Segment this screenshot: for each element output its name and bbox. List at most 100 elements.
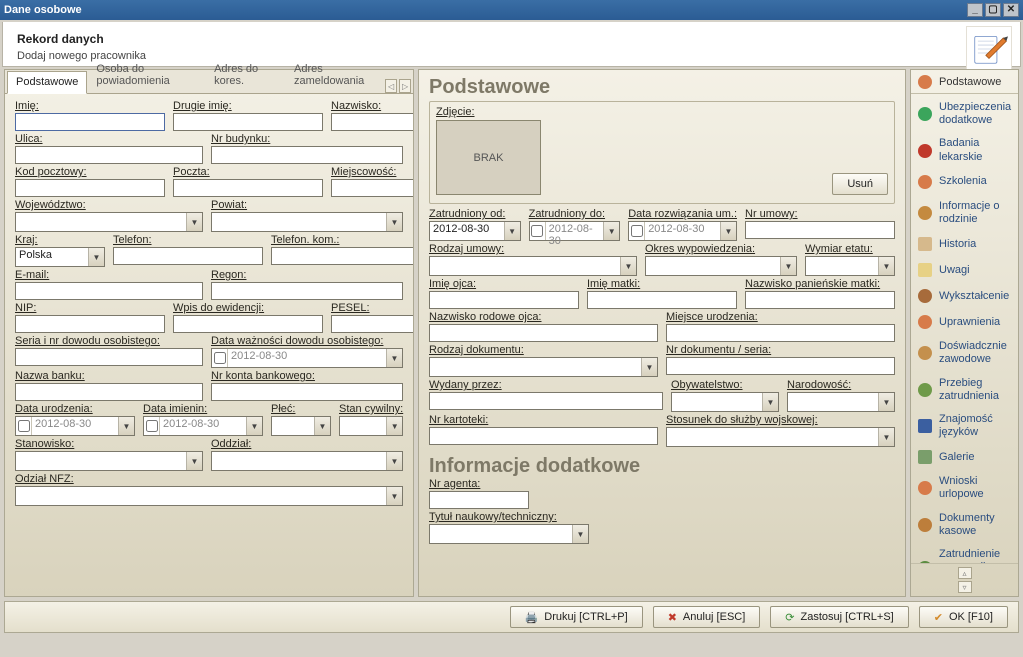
- employed-to-date[interactable]: 2012-08-30▼: [529, 221, 621, 241]
- minimize-button[interactable]: _: [967, 3, 983, 17]
- file-no-input[interactable]: [429, 427, 658, 445]
- issued-by-input[interactable]: [429, 392, 663, 410]
- employed-to-check[interactable]: [531, 225, 543, 237]
- nav-scroll-up-icon[interactable]: ▵: [958, 567, 972, 579]
- birthplace-input[interactable]: [666, 324, 895, 342]
- nav-scroll-down-icon[interactable]: ▿: [958, 581, 972, 593]
- post-input[interactable]: [173, 179, 323, 197]
- agent-no-input[interactable]: [429, 491, 529, 509]
- label-voivodeship: Województwo:: [15, 199, 203, 211]
- tab-scroll-right-icon[interactable]: ▷: [399, 79, 411, 93]
- contract-no-input[interactable]: [745, 221, 895, 239]
- chevron-down-icon: ▼: [88, 248, 104, 266]
- mother-name-input[interactable]: [587, 291, 737, 309]
- mother-maiden-input[interactable]: [745, 291, 895, 309]
- sci-title-combo[interactable]: ▼: [429, 524, 589, 544]
- ok-button[interactable]: ✔OK [F10]: [919, 606, 1008, 628]
- maximize-button[interactable]: ▢: [985, 3, 1001, 17]
- cancel-button[interactable]: ✖Anuluj [ESC]: [653, 606, 761, 628]
- account-input[interactable]: [211, 383, 403, 401]
- tab-adres-zameld[interactable]: Adres zameldowania: [285, 58, 385, 93]
- nav-trainings[interactable]: Szkolenia: [913, 169, 1016, 195]
- county-combo[interactable]: ▼: [211, 212, 403, 232]
- label-military: Stosunek do służby wojskowej:: [666, 414, 895, 426]
- nationality-combo[interactable]: ▼: [787, 392, 895, 412]
- building-input[interactable]: [211, 146, 403, 164]
- birth-date-check[interactable]: [18, 420, 30, 432]
- termination-date[interactable]: 2012-08-30▼: [628, 221, 737, 241]
- doc-number-input[interactable]: [666, 357, 895, 375]
- nav-notes[interactable]: Uwagi: [913, 257, 1016, 283]
- contract-type-combo[interactable]: ▼: [429, 256, 637, 276]
- termination-check[interactable]: [631, 225, 643, 237]
- nav-permissions[interactable]: Uprawnienia: [913, 309, 1016, 335]
- printer-icon: 🖨️: [525, 611, 539, 624]
- delete-photo-button[interactable]: Usuń: [832, 173, 888, 195]
- position-combo[interactable]: ▼: [15, 451, 203, 471]
- id-doc-input[interactable]: [15, 348, 203, 366]
- id-doc-validity-date[interactable]: 2012-08-30▼: [211, 348, 403, 368]
- first-name-input[interactable]: [15, 113, 165, 131]
- id-doc-validity-check[interactable]: [214, 352, 226, 364]
- city-input[interactable]: [331, 179, 413, 197]
- label-phone: Telefon:: [113, 234, 263, 246]
- close-button[interactable]: ✕: [1003, 3, 1019, 17]
- country-combo[interactable]: Polska▼: [15, 247, 105, 267]
- citizenship-combo[interactable]: ▼: [671, 392, 779, 412]
- surname-input[interactable]: [331, 113, 413, 131]
- nfz-combo[interactable]: ▼: [15, 486, 403, 506]
- nav-insurance[interactable]: Ubezpieczenia dodatkowe: [913, 96, 1016, 132]
- email-input[interactable]: [15, 282, 203, 300]
- sex-combo[interactable]: ▼: [271, 416, 331, 436]
- nip-input[interactable]: [15, 315, 165, 333]
- nameday-check[interactable]: [146, 420, 158, 432]
- label-employed-from: Zatrudniony od:: [429, 208, 521, 220]
- nav-experience[interactable]: Doświadcznie zawodowe: [913, 335, 1016, 371]
- nav-medical[interactable]: Badania lekarskie: [913, 132, 1016, 168]
- nav-family[interactable]: Informacje o rodzinie: [913, 195, 1016, 231]
- nav-languages[interactable]: Znajomość języków: [913, 408, 1016, 444]
- second-name-input[interactable]: [173, 113, 323, 131]
- birth-date[interactable]: 2012-08-30▼: [15, 416, 135, 436]
- street-input[interactable]: [15, 146, 203, 164]
- tab-podstawowe[interactable]: Podstawowe: [7, 71, 87, 94]
- right-nav-list: Ubezpieczenia dodatkowe Badania lekarski…: [911, 94, 1018, 563]
- nav-leave[interactable]: Wnioski urlopowe: [913, 470, 1016, 506]
- nav-galleries[interactable]: Galerie: [913, 444, 1016, 470]
- regon-input[interactable]: [211, 282, 403, 300]
- pesel-input[interactable]: [331, 315, 413, 333]
- tab-osoba[interactable]: Osoba do powiadomienia: [87, 58, 205, 93]
- label-issued-by: Wydany przez:: [429, 379, 663, 391]
- mobile-input[interactable]: [271, 247, 413, 265]
- nav-education[interactable]: Wykształcenie: [913, 283, 1016, 309]
- father-family-input[interactable]: [429, 324, 658, 342]
- label-contract-type: Rodzaj umowy:: [429, 243, 637, 255]
- workload-combo[interactable]: ▼: [805, 256, 895, 276]
- wpis-input[interactable]: [173, 315, 323, 333]
- father-name-input[interactable]: [429, 291, 579, 309]
- label-second-name: Drugie imię:: [173, 100, 323, 112]
- note-icon: [917, 262, 933, 278]
- notice-combo[interactable]: ▼: [645, 256, 797, 276]
- apply-button[interactable]: ⟳Zastosuj [CTRL+S]: [770, 606, 908, 628]
- tab-scroll-left-icon[interactable]: ◁: [385, 79, 397, 93]
- nav-employment[interactable]: Przebieg zatrudnienia: [913, 372, 1016, 408]
- branch-combo[interactable]: ▼: [211, 451, 403, 471]
- bank-input[interactable]: [15, 383, 203, 401]
- training-icon: [917, 174, 933, 190]
- zip-input[interactable]: [15, 179, 165, 197]
- nav-history[interactable]: Historia: [913, 231, 1016, 257]
- employed-from-date[interactable]: 2012-08-30▼: [429, 221, 521, 241]
- tab-adres-kores[interactable]: Adres do kores.: [205, 58, 285, 93]
- phone-input[interactable]: [113, 247, 263, 265]
- nameday-date[interactable]: 2012-08-30▼: [143, 416, 263, 436]
- print-button[interactable]: 🖨️Drukuj [CTRL+P]: [510, 606, 643, 628]
- nav-attach-a[interactable]: Zatrudnienie pracownika - załaczniki (A): [913, 543, 1016, 563]
- voivodeship-combo[interactable]: ▼: [15, 212, 203, 232]
- nav-cash-docs[interactable]: Dokumenty kasowe: [913, 507, 1016, 543]
- arrow-icon: [917, 382, 933, 398]
- military-combo[interactable]: ▼: [666, 427, 895, 447]
- right-header[interactable]: Podstawowe: [911, 70, 1018, 94]
- doc-type-combo[interactable]: ▼: [429, 357, 658, 377]
- marital-combo[interactable]: ▼: [339, 416, 403, 436]
